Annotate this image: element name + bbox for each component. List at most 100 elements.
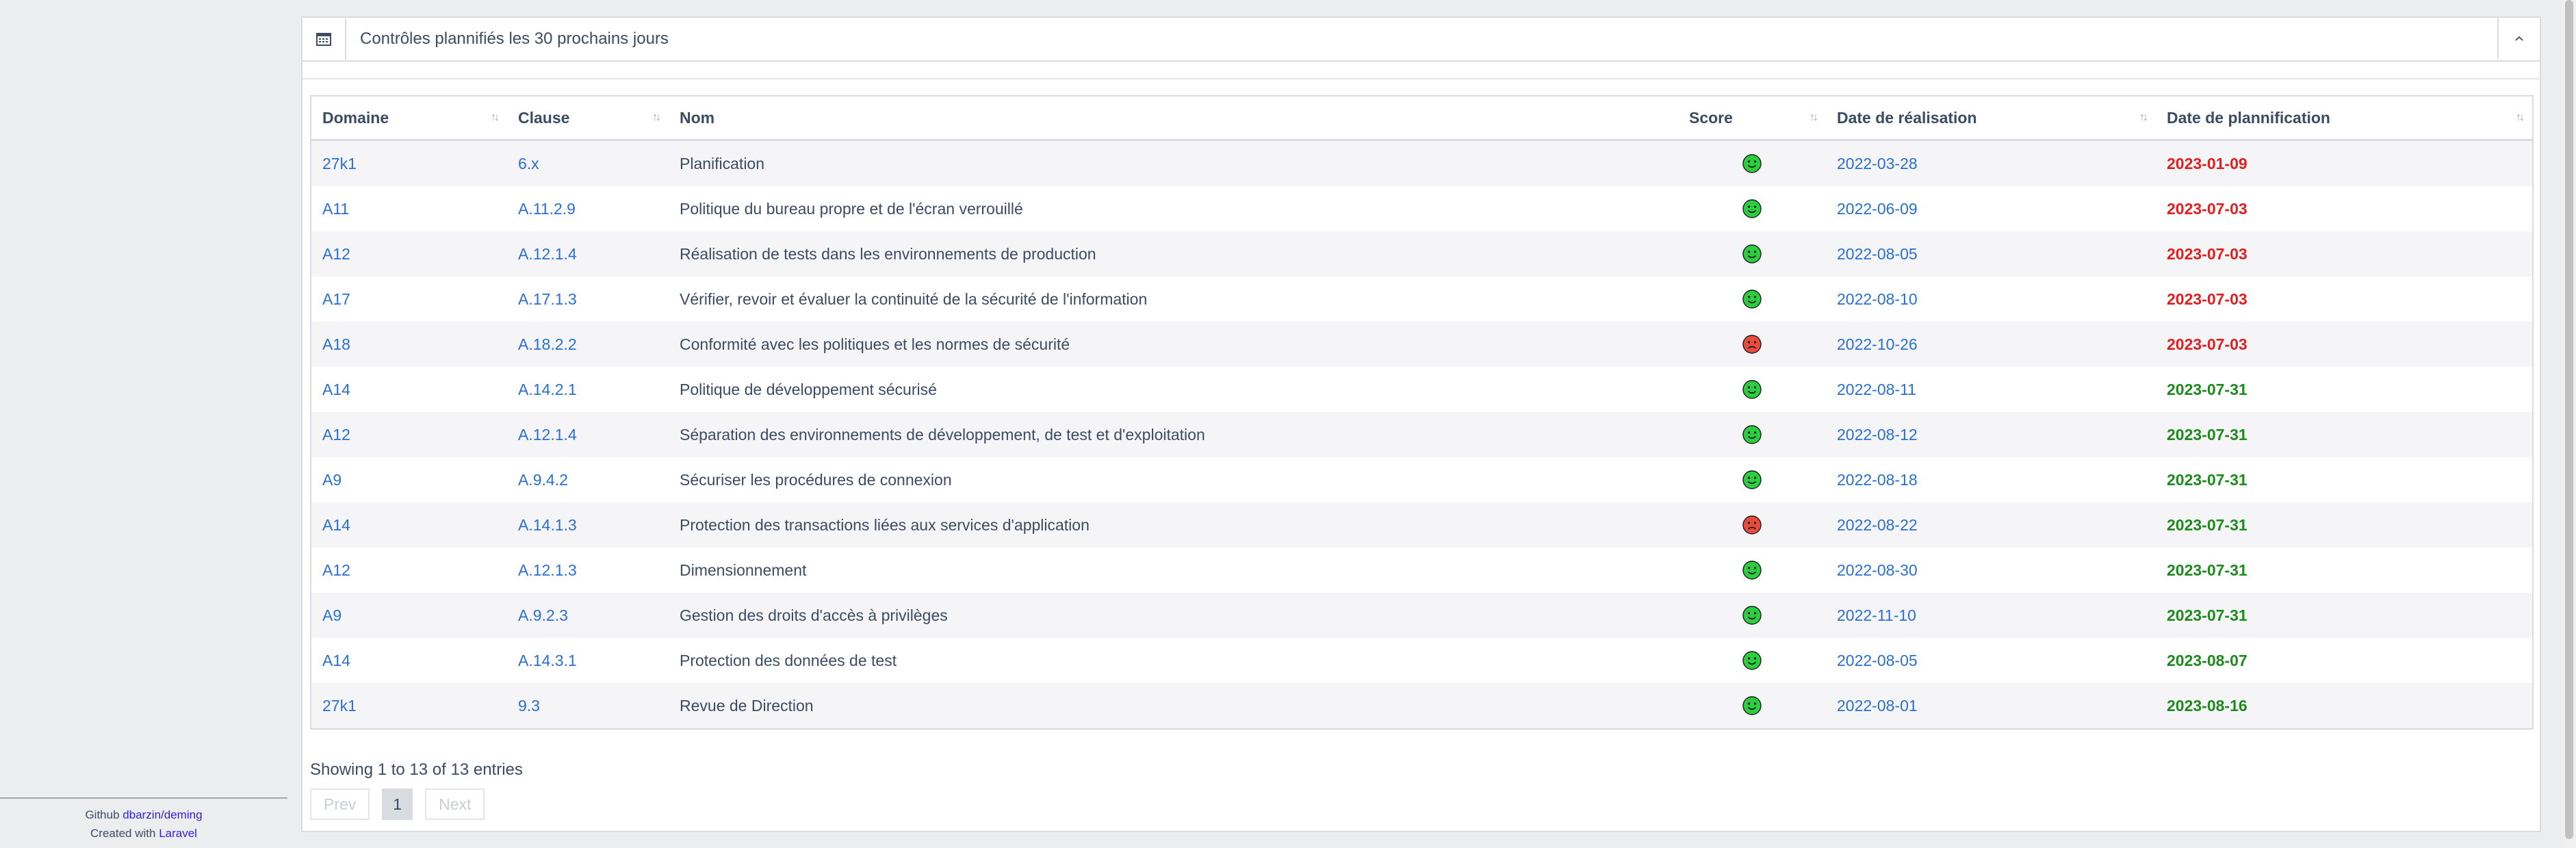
cell-nom: Sécuriser les procédures de connexion	[669, 457, 1678, 502]
cell-score	[1678, 186, 1826, 231]
date-realisation-link[interactable]: 2022-10-26	[1837, 335, 1918, 353]
domaine-link[interactable]: A14	[322, 652, 350, 669]
sort-icon: ↑↓	[2139, 112, 2148, 123]
clause-link[interactable]: A.12.1.4	[518, 245, 577, 263]
clause-link[interactable]: A.9.2.3	[518, 606, 568, 624]
clause-link[interactable]: A.12.1.3	[518, 561, 577, 579]
cell-date-plannification: 2023-07-03	[2156, 277, 2532, 322]
date-plannification: 2023-07-31	[2167, 606, 2247, 624]
date-plannification: 2023-07-03	[2167, 335, 2247, 353]
domaine-link[interactable]: A12	[322, 245, 350, 263]
page-scrollbar[interactable]	[2562, 0, 2576, 848]
clause-link[interactable]: 6.x	[518, 155, 539, 172]
table-body: 27k1 6.x Planification 2022-03-28 2023-01-0…	[311, 140, 2532, 728]
cell-date-plannification: 2023-07-31	[2156, 412, 2532, 457]
sort-icon: ↑↓	[491, 112, 500, 123]
domaine-link[interactable]: 27k1	[322, 155, 357, 172]
cell-clause: 6.x	[507, 140, 669, 187]
cell-date-realisation: 2022-06-09	[1826, 186, 2156, 231]
domaine-link[interactable]: A14	[322, 516, 350, 534]
date-realisation-link[interactable]: 2022-08-01	[1837, 697, 1918, 715]
cell-score	[1678, 683, 1826, 728]
cell-date-plannification: 2023-07-31	[2156, 502, 2532, 548]
cell-date-realisation: 2022-08-05	[1826, 231, 2156, 277]
table-row: A9 A.9.2.3 Gestion des droits d'accès à pr…	[311, 593, 2532, 638]
date-realisation-link[interactable]: 2022-03-28	[1837, 155, 1918, 172]
date-realisation-link[interactable]: 2022-08-30	[1837, 561, 1918, 579]
cell-date-realisation: 2022-03-28	[1826, 140, 2156, 187]
date-realisation-link[interactable]: 2022-08-05	[1837, 652, 1918, 669]
cell-date-plannification: 2023-07-03	[2156, 231, 2532, 277]
domaine-link[interactable]: A9	[322, 471, 342, 489]
cell-domaine: A18	[311, 322, 507, 367]
domaine-link[interactable]: A14	[322, 381, 350, 398]
date-plannification: 2023-07-31	[2167, 425, 2247, 444]
table-row: A14 A.14.1.3 Protection des transactions l…	[311, 502, 2532, 548]
column-header-clause[interactable]: Clause ↑↓	[507, 97, 669, 141]
domaine-link[interactable]: A12	[322, 561, 350, 579]
domaine-link[interactable]: 27k1	[322, 697, 357, 715]
column-header-nom[interactable]: Nom	[669, 97, 1678, 141]
domaine-link[interactable]: A18	[322, 335, 350, 353]
cell-clause: A.12.1.4	[507, 231, 669, 277]
cell-domaine: A17	[311, 277, 507, 322]
clause-link[interactable]: A.11.2.9	[518, 200, 576, 218]
smiley-face-icon	[1742, 290, 1762, 309]
clause-link[interactable]: A.18.2.2	[518, 335, 577, 353]
smiley-face-icon	[1742, 696, 1762, 715]
domaine-link[interactable]: A9	[322, 606, 342, 624]
scrollbar-thumb[interactable]	[2565, 0, 2573, 839]
cell-date-plannification: 2023-07-31	[2156, 548, 2532, 593]
cell-clause: A.9.2.3	[507, 593, 669, 638]
column-header-date-realisation[interactable]: Date de réalisation ↑↓	[1826, 97, 2156, 141]
table-row: 27k1 9.3 Revue de Direction 2022-08-01 2023…	[311, 683, 2532, 728]
cell-nom: Revue de Direction	[669, 683, 1678, 728]
clause-link[interactable]: A.9.4.2	[518, 471, 568, 489]
cell-nom: Politique de développement sécurisé	[669, 367, 1678, 412]
sort-icon: ↑↓	[652, 112, 661, 123]
domaine-link[interactable]: A11	[322, 200, 349, 218]
smiley-face-icon	[1742, 651, 1762, 670]
clause-link[interactable]: A.14.1.3	[518, 516, 577, 534]
cell-score	[1678, 548, 1826, 593]
cell-clause: A.12.1.4	[507, 412, 669, 457]
domaine-link[interactable]: A17	[322, 290, 350, 308]
column-header-domaine[interactable]: Domaine ↑↓	[311, 97, 507, 141]
date-realisation-link[interactable]: 2022-08-05	[1837, 245, 1918, 263]
smiley-face-icon	[1742, 425, 1762, 444]
clause-link[interactable]: 9.3	[518, 697, 540, 715]
domaine-link[interactable]: A12	[322, 426, 350, 444]
date-plannification: 2023-07-03	[2167, 244, 2247, 263]
cell-nom: Protection des données de test	[669, 638, 1678, 683]
clause-link[interactable]: A.14.2.1	[518, 381, 577, 398]
next-button[interactable]: Next	[425, 788, 485, 820]
date-realisation-link[interactable]: 2022-06-09	[1837, 200, 1918, 218]
github-line: Github dbarzin/deming	[0, 806, 287, 824]
date-realisation-link[interactable]: 2022-08-22	[1837, 516, 1918, 534]
clause-link[interactable]: A.17.1.3	[518, 290, 577, 308]
cell-score	[1678, 140, 1826, 187]
date-realisation-link[interactable]: 2022-11-10	[1837, 606, 1916, 624]
collapse-button[interactable]	[2497, 18, 2540, 59]
laravel-link[interactable]: Laravel	[159, 827, 197, 840]
date-plannification: 2023-07-31	[2167, 470, 2247, 489]
table-row: A12 A.12.1.4 Réalisation de tests dans les…	[311, 231, 2532, 277]
date-realisation-link[interactable]: 2022-08-18	[1837, 471, 1918, 489]
smiley-face-icon	[1742, 244, 1762, 264]
cell-date-plannification: 2023-07-31	[2156, 457, 2532, 502]
date-realisation-link[interactable]: 2022-08-10	[1837, 290, 1918, 308]
column-header-score[interactable]: Score ↑↓	[1678, 97, 1826, 141]
date-plannification: 2023-01-09	[2167, 154, 2247, 172]
prev-button[interactable]: Prev	[310, 788, 370, 820]
page-1-button[interactable]: 1	[382, 788, 413, 820]
github-link[interactable]: dbarzin/deming	[123, 808, 202, 821]
date-realisation-link[interactable]: 2022-08-11	[1837, 381, 1916, 398]
clause-link[interactable]: A.12.1.4	[518, 426, 577, 444]
sort-icon: ↑↓	[2516, 112, 2525, 123]
date-realisation-link[interactable]: 2022-08-12	[1837, 426, 1918, 444]
column-header-date-plannification[interactable]: Date de plannification ↑↓	[2156, 97, 2532, 141]
smiley-face-icon	[1742, 470, 1762, 489]
control-name: Sécuriser les procédures de connexion	[680, 470, 952, 489]
calendar-icon	[302, 18, 346, 60]
clause-link[interactable]: A.14.3.1	[518, 652, 577, 669]
